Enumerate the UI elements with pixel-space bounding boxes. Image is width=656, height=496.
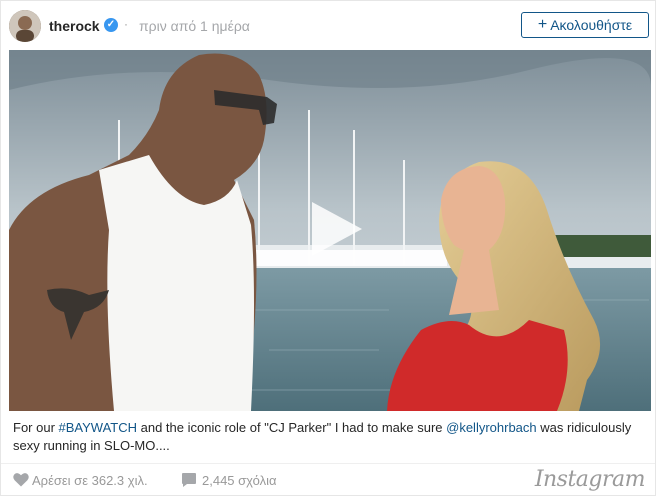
follow-label: Ακολουθήστε	[550, 17, 633, 33]
comment-icon[interactable]	[181, 472, 197, 488]
play-icon[interactable]	[304, 198, 366, 260]
separator-dot: ·	[124, 17, 128, 31]
comments-count[interactable]: 2,445 σχόλια	[202, 473, 277, 488]
post-caption: For our #BAYWATCH and the iconic role of…	[13, 419, 643, 455]
verified-badge-icon: ✓	[104, 18, 118, 32]
post-footer: Αρέσει σε 362.3 χιλ. 2,445 σχόλια Instag…	[1, 463, 655, 496]
instagram-embed-card: therock ✓ · πριν από 1 ημέρα + Ακολουθήσ…	[0, 0, 656, 496]
username-link[interactable]: therock	[49, 18, 100, 34]
mention-link[interactable]: @kellyrohrbach	[446, 420, 537, 435]
follow-button[interactable]: + Ακολουθήστε	[521, 12, 649, 38]
instagram-logo[interactable]: Instagram	[535, 467, 646, 492]
likes-count[interactable]: Αρέσει σε 362.3 χιλ.	[32, 473, 148, 488]
video-thumbnail[interactable]	[9, 50, 651, 411]
hashtag-link[interactable]: #BAYWATCH	[59, 420, 138, 435]
post-timestamp[interactable]: πριν από 1 ημέρα	[139, 18, 250, 34]
heart-icon[interactable]	[13, 472, 29, 487]
plus-icon: +	[537, 16, 548, 33]
caption-text: and the iconic role of "CJ Parker" I had…	[137, 420, 447, 435]
caption-text: For our	[13, 420, 59, 435]
post-header: therock ✓ · πριν από 1 ημέρα + Ακολουθήσ…	[1, 1, 655, 51]
user-avatar[interactable]	[9, 10, 41, 42]
